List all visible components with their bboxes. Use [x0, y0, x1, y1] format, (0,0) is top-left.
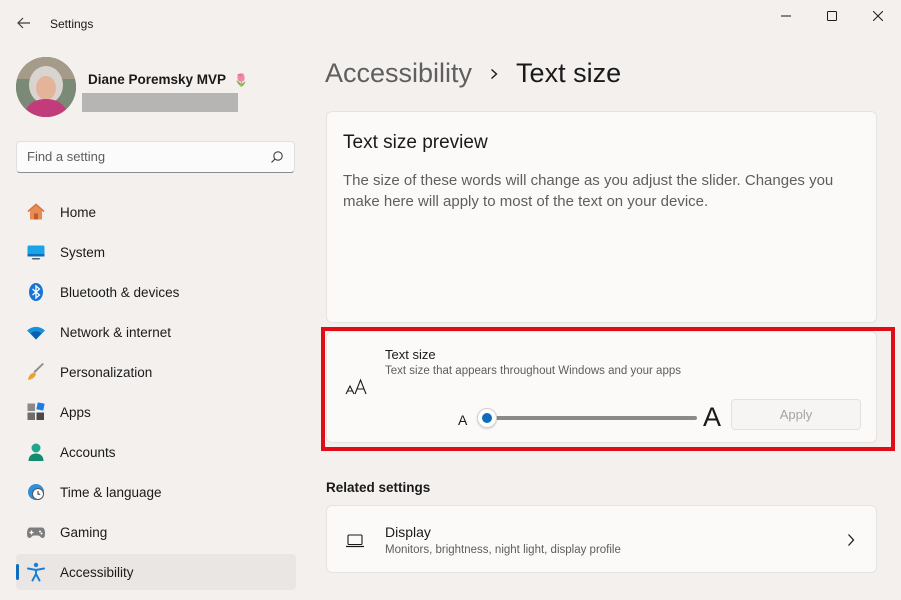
- user-name: Diane Poremsky MVP 🌷: [88, 72, 249, 87]
- minimize-button[interactable]: [763, 0, 809, 32]
- avatar-photo-icon: [16, 57, 76, 117]
- sidebar-nav: Home System Bluetooth & devices Network …: [16, 194, 296, 594]
- back-button[interactable]: [12, 10, 36, 36]
- sidebar-item-network[interactable]: Network & internet: [16, 314, 296, 350]
- sidebar-item-label: Apps: [60, 405, 91, 420]
- sidebar-item-gaming[interactable]: Gaming: [16, 514, 296, 550]
- home-icon: [26, 202, 46, 222]
- page-title: Text size: [516, 58, 622, 88]
- sidebar-item-home[interactable]: Home: [16, 194, 296, 230]
- laptop-icon: [346, 534, 364, 548]
- sidebar-item-label: System: [60, 245, 106, 260]
- bluetooth-icon: [26, 282, 46, 302]
- search-box[interactable]: [16, 141, 295, 173]
- redacted-email: [82, 93, 238, 112]
- sidebar-item-label: Network & internet: [60, 325, 172, 340]
- sidebar-item-personalization[interactable]: Personalization: [16, 354, 296, 390]
- sidebar-item-label: Accounts: [60, 445, 116, 460]
- breadcrumb: Accessibility Text size: [325, 58, 621, 89]
- clock-globe-icon: [26, 482, 46, 502]
- breadcrumb-parent-link[interactable]: Accessibility: [325, 58, 472, 89]
- search-input[interactable]: [27, 149, 257, 164]
- sidebar-item-system[interactable]: System: [16, 234, 296, 270]
- text-size-preview-card: Text size preview The size of these word…: [326, 111, 877, 323]
- sidebar-item-accounts[interactable]: Accounts: [16, 434, 296, 470]
- accessibility-icon: [26, 562, 46, 582]
- system-monitor-icon: [26, 242, 46, 262]
- preview-title: Text size preview: [343, 132, 488, 153]
- sidebar-item-time-language[interactable]: Time & language: [16, 474, 296, 510]
- apps-icon: [26, 402, 46, 422]
- gamepad-icon: [26, 522, 46, 542]
- sidebar-item-accessibility[interactable]: Accessibility: [16, 554, 296, 590]
- sidebar-item-label: Home: [60, 205, 97, 220]
- display-description: Monitors, brightness, night light, displ…: [385, 544, 621, 556]
- display-settings-link[interactable]: Display Monitors, brightness, night ligh…: [326, 505, 877, 573]
- sidebar-item-label: Personalization: [60, 365, 153, 380]
- paintbrush-icon: [26, 362, 46, 382]
- close-button[interactable]: [855, 0, 901, 32]
- title-bar: Settings: [0, 0, 901, 48]
- close-icon: [873, 11, 883, 21]
- minimize-icon: [781, 15, 791, 17]
- avatar: [16, 57, 76, 117]
- maximize-button[interactable]: [809, 0, 855, 32]
- sidebar-item-bluetooth[interactable]: Bluetooth & devices: [16, 274, 296, 310]
- wifi-icon: [26, 322, 46, 342]
- tulip-badge: 🌷: [233, 73, 249, 87]
- app-title: Settings: [50, 17, 94, 31]
- highlight-box: [321, 327, 895, 451]
- display-title: Display: [385, 524, 431, 540]
- maximize-icon: [827, 11, 837, 21]
- sidebar-item-label: Gaming: [60, 525, 108, 540]
- back-arrow-icon: [17, 17, 30, 29]
- person-icon: [26, 442, 46, 462]
- sidebar-item-label: Bluetooth & devices: [60, 285, 180, 300]
- preview-text: The size of these words will change as y…: [343, 172, 834, 210]
- sidebar-item-apps[interactable]: Apps: [16, 394, 296, 430]
- related-settings-heading: Related settings: [326, 480, 431, 495]
- sidebar-item-label: Accessibility: [60, 565, 134, 580]
- chevron-right-icon: [848, 534, 855, 546]
- chevron-right-icon: [488, 68, 500, 80]
- search-icon[interactable]: [270, 150, 284, 164]
- sidebar-item-label: Time & language: [60, 485, 162, 500]
